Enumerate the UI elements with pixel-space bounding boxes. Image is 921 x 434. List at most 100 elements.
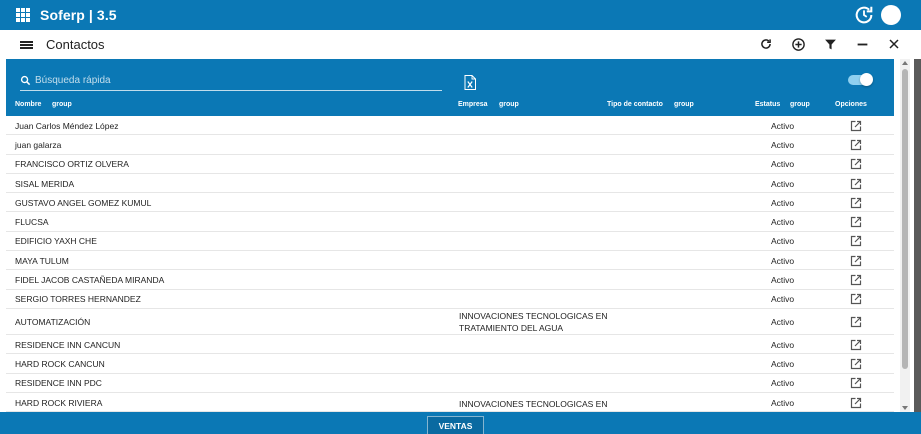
table-row[interactable]: RESIDENCE INN CANCUN Activo — [6, 335, 894, 355]
open-in-new-icon[interactable] — [850, 255, 862, 267]
contact-name: MAYA TULUM — [15, 255, 69, 266]
status-badge: Activo — [771, 275, 795, 286]
scrollbar[interactable] — [900, 59, 910, 412]
col-opciones: Opciones — [835, 101, 867, 108]
scroll-up-icon[interactable] — [902, 61, 908, 65]
app-title: Soferp | 3.5 — [40, 7, 117, 23]
table-row[interactable]: juan galarza Activo — [6, 135, 894, 155]
contact-name: EDIFICIO YAXH CHE — [15, 236, 97, 247]
open-in-new-icon[interactable] — [850, 216, 862, 228]
contact-empresa: INNOVACIONES TECNOLOGICAS EN — [459, 398, 608, 409]
open-in-new-icon[interactable] — [850, 235, 862, 247]
window-edge — [914, 59, 921, 412]
table-row[interactable]: AUTOMATIZACIÓN INNOVACIONES TECNOLOGICAS … — [6, 309, 894, 335]
quick-search — [20, 71, 442, 91]
open-in-new-icon[interactable] — [850, 139, 862, 151]
filter-button[interactable] — [819, 33, 841, 55]
contact-name: FRANCISCO ORTIZ OLVERA — [15, 159, 129, 170]
open-in-new-icon[interactable] — [850, 274, 862, 286]
open-in-new-icon[interactable] — [850, 358, 862, 370]
open-in-new-icon[interactable] — [850, 339, 862, 351]
table-row[interactable]: SERGIO TORRES HERNANDEZ Activo — [6, 290, 894, 309]
add-circle-icon — [791, 37, 805, 51]
status-badge: Activo — [771, 378, 795, 389]
contact-name: AUTOMATIZACIÓN — [15, 316, 91, 327]
open-in-new-icon[interactable] — [850, 178, 862, 190]
contact-name: juan galarza — [15, 139, 62, 150]
window: Soferp | 3.5 Contactos Búsqueda rápida N… — [0, 0, 921, 434]
open-in-new-icon[interactable] — [850, 120, 862, 132]
status-badge: Activo — [771, 197, 795, 208]
open-in-new-icon[interactable] — [850, 377, 862, 389]
add-button[interactable] — [787, 33, 809, 55]
open-in-new-icon[interactable] — [850, 197, 862, 209]
contacts-table: Juan Carlos Méndez López Activo juan galar… — [6, 116, 894, 412]
refresh-icon — [761, 39, 771, 49]
col-nombre[interactable]: Nombre — [15, 101, 41, 108]
column-headers: Nombre group Empresa group Tipo de conta… — [6, 101, 894, 113]
contact-name: HARD ROCK RIVIERA — [15, 397, 103, 408]
view-toggle[interactable] — [848, 73, 873, 86]
minimize-button[interactable] — [851, 33, 873, 55]
filter-icon — [824, 39, 836, 49]
status-badge: Activo — [771, 316, 795, 327]
table-row[interactable]: FLUCSA Activo — [6, 212, 894, 232]
avatar[interactable] — [881, 5, 901, 25]
table-row[interactable]: FRANCISCO ORTIZ OLVERA Activo — [6, 155, 894, 174]
col-empresa-group[interactable]: group — [499, 101, 519, 108]
contact-name: FLUCSA — [15, 217, 49, 228]
close-icon — [889, 39, 899, 49]
refresh-button[interactable] — [755, 33, 777, 55]
table-row[interactable]: HARD ROCK CANCUN Activo — [6, 354, 894, 374]
contact-name: SERGIO TORRES HERNANDEZ — [15, 294, 141, 305]
hamburger-menu-icon[interactable] — [20, 39, 33, 51]
table-row[interactable]: EDIFICIO YAXH CHE Activo — [6, 232, 894, 252]
contact-empresa: INNOVACIONES TECNOLOGICAS EN TRATAMIENTO… — [459, 310, 608, 333]
bottom-bar: VENTAS — [0, 412, 921, 434]
status-badge: Activo — [771, 139, 795, 150]
search-input[interactable] — [35, 75, 415, 86]
status-badge: Activo — [771, 339, 795, 350]
contact-name: RESIDENCE INN PDC — [15, 378, 102, 389]
status-badge: Activo — [771, 294, 795, 305]
minimize-icon — [857, 43, 867, 45]
table-row[interactable]: SISAL MERIDA Activo — [6, 174, 894, 194]
status-badge: Activo — [771, 159, 795, 170]
col-tipo[interactable]: Tipo de contacto — [607, 101, 663, 108]
excel-export-icon[interactable] — [464, 75, 476, 90]
ventas-tab[interactable]: VENTAS — [427, 416, 484, 434]
col-estatus-group[interactable]: group — [790, 101, 810, 108]
contact-name: SISAL MERIDA — [15, 178, 75, 189]
open-in-new-icon[interactable] — [850, 397, 862, 409]
contact-name: FIDEL JACOB CASTAÑEDA MIRANDA — [15, 275, 165, 286]
contact-name: HARD ROCK CANCUN — [15, 358, 105, 369]
status-badge: Activo — [771, 255, 795, 266]
table-row[interactable]: HARD ROCK RIVIERA INNOVACIONES TECNOLOGIC… — [6, 393, 894, 412]
col-estatus[interactable]: Estatus — [755, 101, 780, 108]
search-icon — [20, 75, 31, 86]
open-in-new-icon[interactable] — [850, 316, 862, 328]
table-row[interactable]: GUSTAVO ANGEL GOMEZ KUMUL Activo — [6, 193, 894, 213]
apps-grid-icon[interactable] — [16, 8, 30, 22]
table-row[interactable]: FIDEL JACOB CASTAÑEDA MIRANDA Activo — [6, 270, 894, 290]
close-button[interactable] — [883, 33, 905, 55]
scroll-down-icon[interactable] — [902, 406, 908, 410]
status-badge: Activo — [771, 217, 795, 228]
col-tipo-group[interactable]: group — [674, 101, 694, 108]
open-in-new-icon[interactable] — [850, 293, 862, 305]
contact-name: Juan Carlos Méndez López — [15, 120, 119, 131]
status-badge: Activo — [771, 236, 795, 247]
table-row[interactable]: RESIDENCE INN PDC Activo — [6, 374, 894, 393]
col-empresa[interactable]: Empresa — [458, 101, 488, 108]
status-badge: Activo — [771, 358, 795, 369]
scroll-thumb[interactable] — [902, 69, 908, 369]
filter-band: Nombre group Empresa group Tipo de conta… — [6, 59, 894, 116]
app-bar: Soferp | 3.5 — [0, 0, 921, 30]
open-in-new-icon[interactable] — [850, 158, 862, 170]
dialog-title: Contactos — [46, 37, 105, 52]
col-nombre-group[interactable]: group — [52, 101, 72, 108]
status-badge: Activo — [771, 397, 795, 408]
table-row[interactable]: Juan Carlos Méndez López Activo — [6, 116, 894, 136]
table-row[interactable]: MAYA TULUM Activo — [6, 251, 894, 271]
refresh-clock-icon[interactable] — [853, 4, 875, 26]
